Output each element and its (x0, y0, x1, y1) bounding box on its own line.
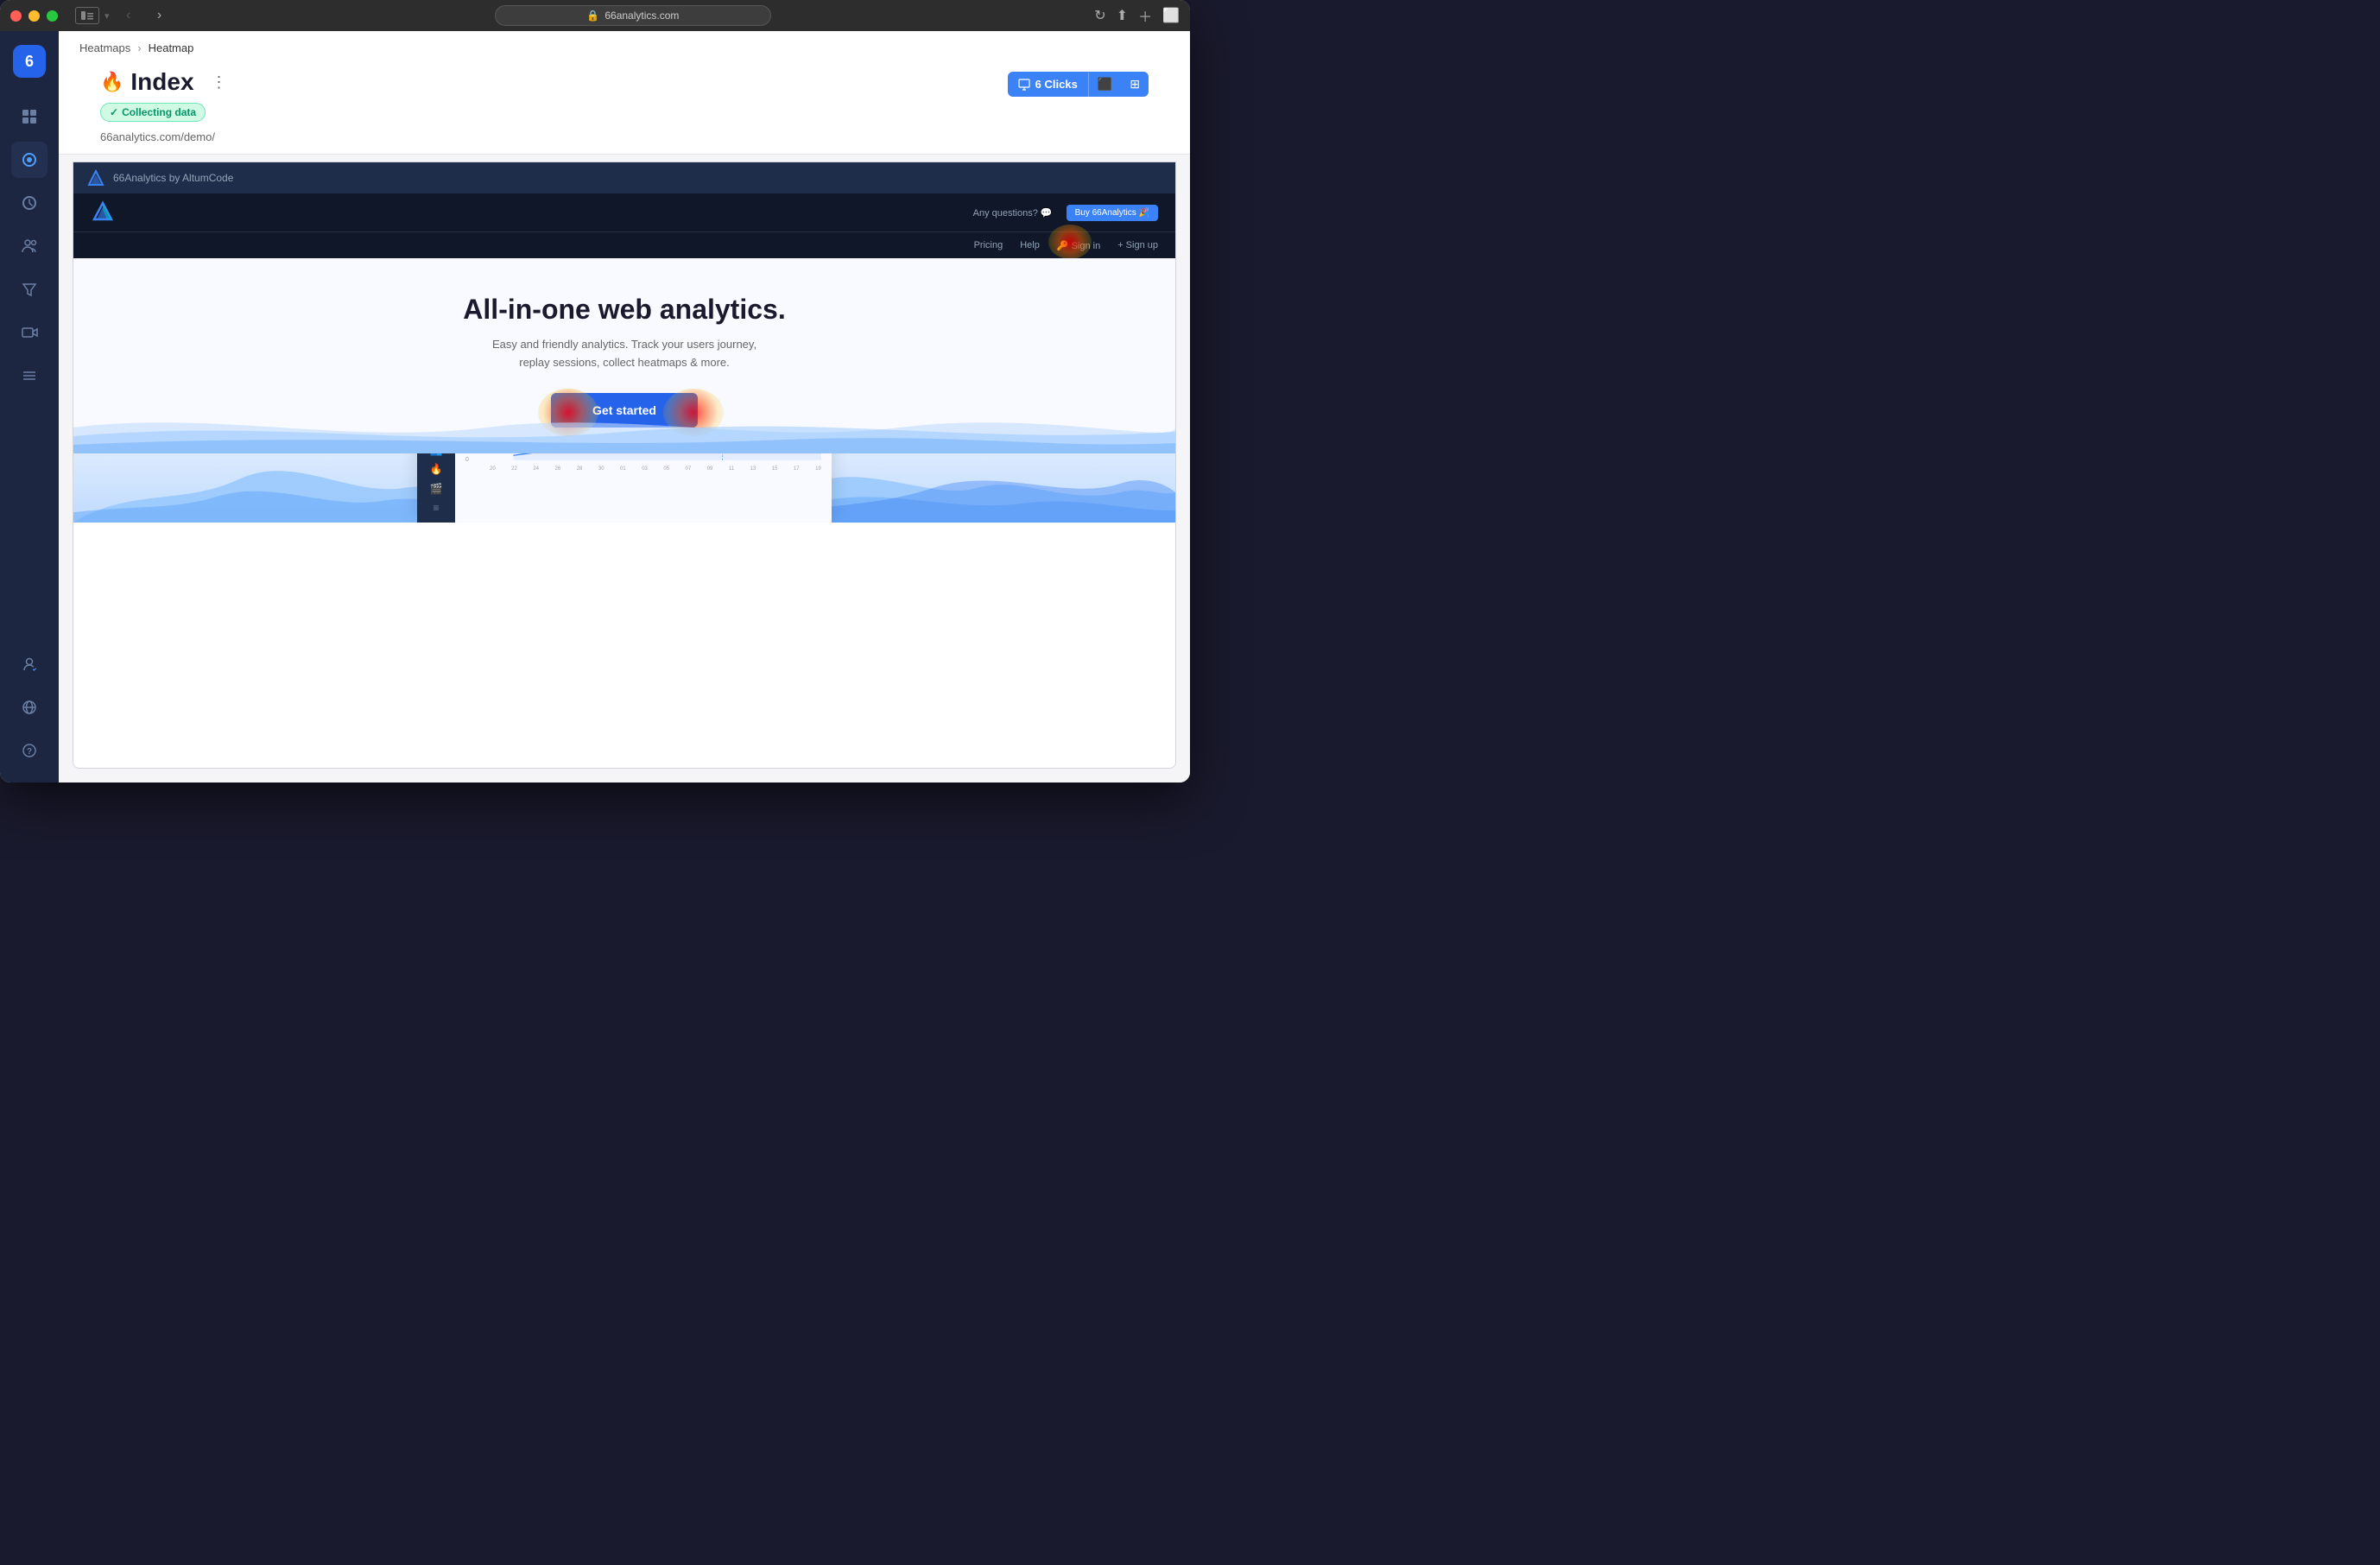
url-input[interactable]: 🔒 66analytics.com (495, 5, 771, 26)
svg-text:?: ? (27, 747, 32, 757)
subtitle-line1: Easy and friendly analytics. Track your … (492, 338, 756, 351)
dashboard-main: example.com 20 December, 2020 - 19 Janua… (455, 453, 832, 523)
heatmap-frame: 66Analytics by AltumCode (73, 162, 1176, 769)
sidebar-item-users[interactable] (11, 228, 47, 264)
sidebar: 6 (0, 31, 59, 782)
website-nav: Any questions? 💬 Buy 66Analytics 🎉 (73, 193, 1175, 231)
sidebar-item-sites[interactable] (11, 689, 47, 725)
wave-container (73, 402, 1175, 453)
dash-item-users: 👥 (424, 453, 448, 458)
status-row: ✓ Collecting data (100, 103, 1008, 122)
clicks-controls: 6 Clicks ⬛ ⊞ (1008, 72, 1149, 97)
clicks-count: 6 Clicks (1035, 78, 1078, 91)
site-view: Any questions? 💬 Buy 66Analytics 🎉 Prici… (73, 193, 1175, 768)
website-secondary-nav: Pricing Help 🔑 Sign in + Sign up (73, 231, 1175, 258)
app-window: ▾ ‹ › 🔒 66analytics.com ↻ ⬆ ＋ ⬜ 6 (0, 0, 1190, 782)
sidebar-item-recordings[interactable] (11, 314, 47, 351)
breadcrumb-heatmaps[interactable]: Heatmaps (79, 41, 130, 54)
main-content: Heatmaps › Heatmap 🔥 Index ⋮ (59, 31, 1190, 782)
chart-area: 1,800 1,400 1,000 600 200 0 (465, 453, 821, 465)
website-nav-right: Any questions? 💬 Buy 66Analytics 🎉 (973, 205, 1158, 221)
left-toolbar: 🔥 Index ⋮ ✓ Collecting data 66analytics.… (100, 68, 1008, 154)
buy-button[interactable]: Buy 66Analytics 🎉 (1067, 205, 1158, 221)
page-title: Index (130, 68, 193, 96)
sidebar-logo[interactable]: 6 (13, 45, 46, 78)
status-badge: ✓ Collecting data (100, 103, 206, 122)
chart-x-labels: 20 22 24 26 28 30 01 03 05 07 (465, 466, 821, 472)
page-url: 66analytics.com/demo/ (100, 130, 1008, 143)
logo-text: 6 (25, 53, 34, 71)
signin-link[interactable]: 🔑 Sign in (1057, 241, 1100, 251)
refresh-icon[interactable]: ↻ (1094, 7, 1105, 24)
dashboard-preview: 6 ⊞ ◉ ⊙ ⏱ 👥 🔥 🎬 ≡ (417, 453, 832, 523)
sidebar-item-dashboard[interactable] (11, 98, 47, 135)
breadcrumb-separator: › (137, 41, 141, 54)
url-text: 66analytics.com (604, 10, 679, 22)
titlebar: ▾ ‹ › 🔒 66analytics.com ↻ ⬆ ＋ ⬜ (0, 0, 1190, 31)
page-header: 🔥 Index ⋮ (100, 68, 1008, 96)
hero-title: All-in-one web analytics. (91, 293, 1158, 326)
check-icon: ✓ (110, 106, 118, 118)
status-text: Collecting data (122, 106, 196, 118)
address-bar: 🔒 66analytics.com (179, 5, 1088, 26)
nav-controls: ▾ (75, 7, 110, 24)
more-options-button[interactable]: ⋮ (205, 70, 234, 95)
heatmap-brand-text: 66Analytics by AltumCode (113, 172, 233, 184)
titlebar-actions: ↻ ⬆ ＋ ⬜ (1094, 5, 1180, 26)
analytics-logo-icon (87, 169, 104, 187)
hero-subtitle: Easy and friendly analytics. Track your … (91, 336, 1158, 372)
sidebar-item-sessions[interactable] (11, 185, 47, 221)
maximize-button[interactable] (47, 10, 58, 22)
website-hero: All-in-one web analytics. Easy and frien… (73, 258, 1175, 453)
page-title-area: 🔥 Index (100, 68, 194, 96)
dash-item-video: 🎬 (424, 481, 448, 497)
chevron-down-icon: ▾ (104, 10, 110, 22)
signin-area: 🔑 Sign in (1057, 238, 1100, 253)
sidebar-item-help[interactable]: ? (11, 732, 47, 769)
forward-button[interactable]: › (148, 3, 172, 28)
chart-svg (465, 453, 821, 465)
share-icon[interactable]: ⬆ (1117, 7, 1128, 24)
website-logo-icon (91, 200, 115, 225)
toolbar-row: 🔥 Index ⋮ ✓ Collecting data 66analytics.… (79, 61, 1169, 154)
dash-item-fire: 🔥 (424, 461, 448, 477)
signup-link[interactable]: + Sign up (1117, 240, 1158, 250)
clicks-label: 6 Clicks (1008, 73, 1088, 96)
dashboard-sidebar: 6 ⊞ ◉ ⊙ ⏱ 👥 🔥 🎬 ≡ (417, 453, 455, 523)
grid-button[interactable]: ⊞ (1121, 72, 1149, 97)
right-toolbar: 6 Clicks ⬛ ⊞ (1008, 68, 1149, 97)
any-questions-text: Any questions? 💬 (973, 207, 1053, 219)
website-nav-left (91, 200, 115, 225)
subtitle-line2: replay sessions, collect heatmaps & more… (519, 356, 730, 369)
pause-button[interactable]: ⬛ (1089, 72, 1121, 97)
chart-y-labels: 1,800 1,400 1,000 600 200 0 (465, 453, 481, 465)
sidebar-toggle-button[interactable] (75, 7, 99, 24)
heatmap-topbar: 66Analytics by AltumCode (73, 162, 1175, 193)
lock-icon: 🔒 (586, 10, 599, 22)
sidebar-item-heatmaps[interactable] (11, 142, 47, 178)
back-button[interactable]: ‹ (117, 3, 141, 28)
minimize-button[interactable] (28, 10, 40, 22)
monitor-icon (1018, 79, 1030, 91)
close-button[interactable] (10, 10, 22, 22)
flame-icon: 🔥 (100, 71, 123, 93)
sidebar-item-profile[interactable] (11, 646, 47, 682)
new-tab-icon[interactable]: ＋ (1138, 5, 1152, 26)
toolbar: Heatmaps › Heatmap 🔥 Index ⋮ (59, 31, 1190, 155)
wave-svg (73, 402, 1175, 453)
wave-mountains: 6 ⊞ ◉ ⊙ ⏱ 👥 🔥 🎬 ≡ (73, 453, 1175, 523)
pricing-link[interactable]: Pricing (974, 240, 1003, 250)
sidebar-item-events[interactable] (11, 358, 47, 394)
traffic-lights (10, 10, 58, 22)
app-body: 6 (0, 31, 1190, 782)
breadcrumb-current: Heatmap (149, 41, 194, 54)
breadcrumb: Heatmaps › Heatmap (79, 41, 1169, 54)
sidebar-icon[interactable]: ⬜ (1162, 7, 1180, 24)
help-link[interactable]: Help (1020, 240, 1040, 250)
dash-item-list: ≡ (424, 500, 448, 516)
sidebar-item-funnels[interactable] (11, 271, 47, 307)
